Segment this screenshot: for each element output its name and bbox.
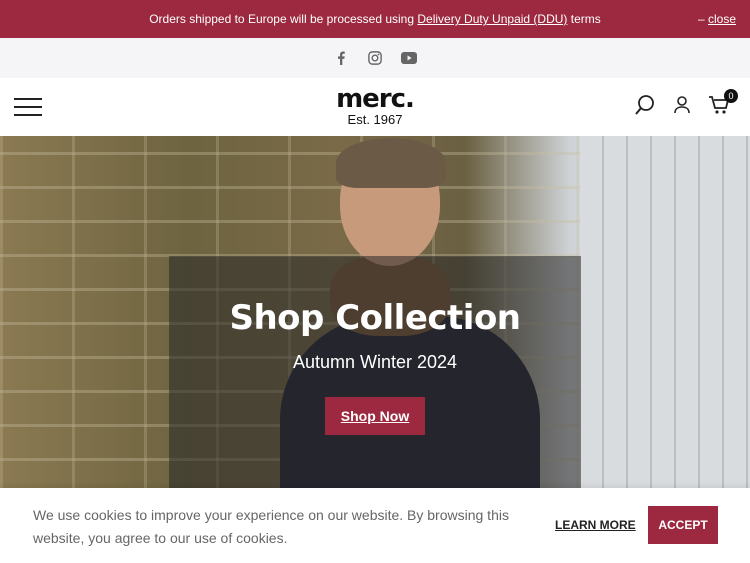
logo-mark: merc.: [336, 84, 415, 114]
hero-title: Shop Collection: [229, 298, 521, 338]
close-dash: –: [697, 12, 705, 26]
cart-count-badge: 0: [724, 89, 738, 103]
facebook-icon[interactable]: [331, 48, 351, 68]
header-icons: 0: [634, 89, 738, 121]
site-header: merc. Est. 1967 0: [0, 78, 750, 136]
hero-overlay: Shop Collection Autumn Winter 2024 Shop …: [169, 256, 581, 488]
cookie-banner: We use cookies to improve your experienc…: [0, 488, 750, 563]
learn-more-link[interactable]: LEARN MORE: [555, 518, 636, 532]
instagram-icon[interactable]: [365, 48, 385, 68]
menu-icon[interactable]: [14, 98, 42, 116]
announcement-bar: Orders shipped to Europe will be process…: [0, 0, 750, 38]
announcement-text-before: Orders shipped to Europe will be process…: [149, 12, 418, 26]
search-icon[interactable]: [634, 94, 656, 121]
youtube-icon[interactable]: [399, 48, 419, 68]
announcement-close[interactable]: – close: [698, 12, 736, 26]
social-bar: [0, 38, 750, 78]
accept-cookies-button[interactable]: ACCEPT: [648, 506, 718, 544]
ddu-link[interactable]: Delivery Duty Unpaid (DDU): [417, 12, 567, 26]
cookie-message: We use cookies to improve your experienc…: [33, 507, 509, 546]
logo-est: Est. 1967: [347, 112, 403, 127]
announcement-text-after: terms: [567, 12, 601, 26]
shop-now-button[interactable]: Shop Now: [324, 397, 426, 435]
close-link[interactable]: close: [708, 12, 736, 26]
hero-subtitle: Autumn Winter 2024: [292, 352, 458, 372]
cart-button[interactable]: 0: [708, 89, 738, 120]
announcement-text: Orders shipped to Europe will be process…: [149, 12, 601, 26]
site-logo[interactable]: merc. Est. 1967: [320, 86, 430, 128]
account-icon[interactable]: [674, 96, 690, 119]
